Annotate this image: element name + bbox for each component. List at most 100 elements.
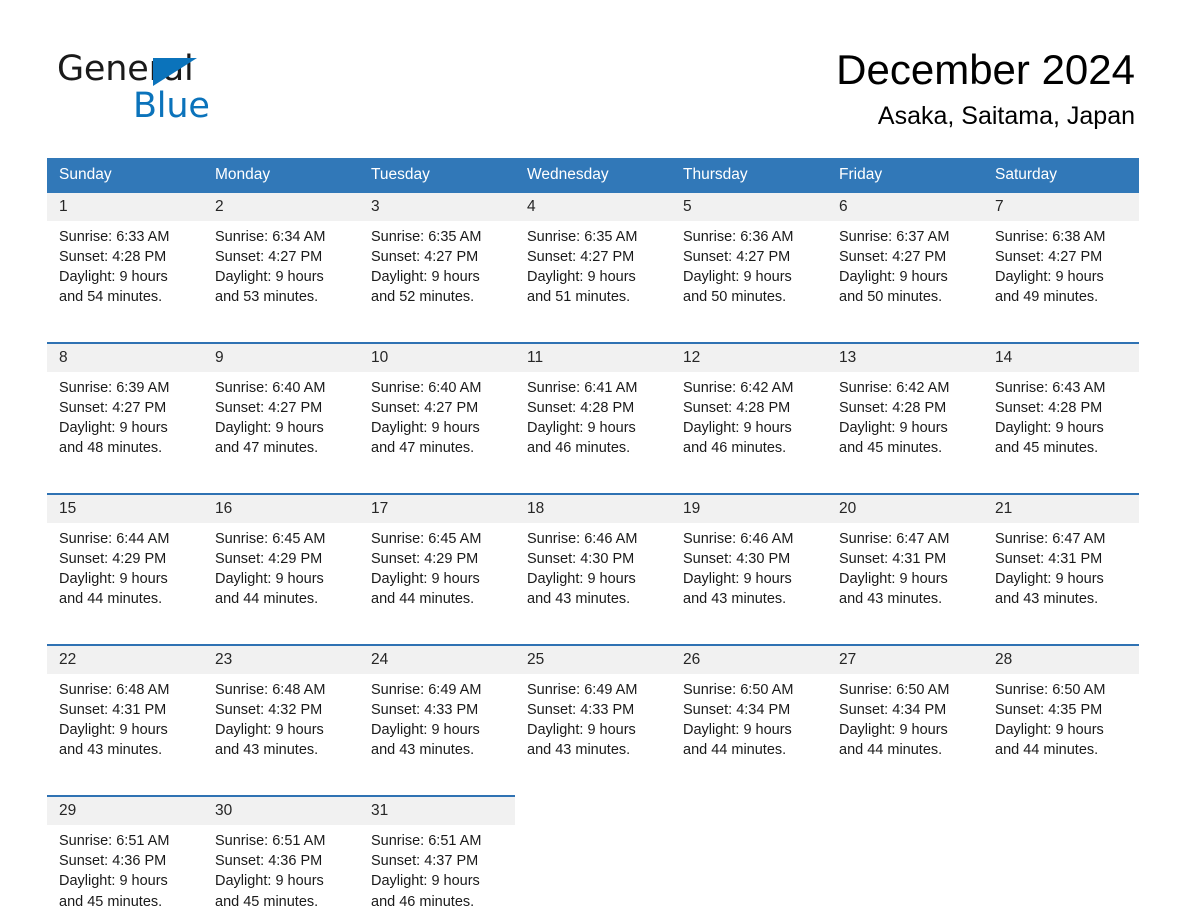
week-gap: [47, 766, 1139, 797]
sunset-text: Sunset: 4:27 PM: [215, 400, 323, 417]
day-number[interactable]: 28: [983, 644, 1139, 675]
day-number[interactable]: 19: [671, 493, 827, 524]
weekday-header-monday: Monday: [203, 158, 359, 193]
day-cell[interactable]: Sunrise: 6:36 AM Sunset: 4:27 PM Dayligh…: [671, 221, 827, 314]
day-number[interactable]: 10: [359, 342, 515, 373]
logo-word-blue: Blue: [133, 86, 210, 126]
daylight-text: Daylight: 9 hours: [59, 722, 168, 739]
day-cell[interactable]: Sunrise: 6:46 AM Sunset: 4:30 PM Dayligh…: [515, 523, 671, 616]
day-cell[interactable]: Sunrise: 6:51 AM Sunset: 4:36 PM Dayligh…: [47, 825, 203, 918]
day-cell[interactable]: Sunrise: 6:49 AM Sunset: 4:33 PM Dayligh…: [515, 674, 671, 767]
sunrise-text: Sunrise: 6:50 AM: [995, 682, 1106, 699]
day-cell[interactable]: Sunrise: 6:48 AM Sunset: 4:32 PM Dayligh…: [203, 674, 359, 767]
weekday-header-sunday: Sunday: [47, 158, 203, 193]
sunset-text: Sunset: 4:27 PM: [995, 249, 1103, 266]
day-number[interactable]: 31: [359, 795, 515, 826]
daylight-text-cont: and 46 minutes.: [527, 440, 631, 457]
day-cell[interactable]: Sunrise: 6:48 AM Sunset: 4:31 PM Dayligh…: [47, 674, 203, 767]
day-number[interactable]: 21: [983, 493, 1139, 524]
day-number[interactable]: 13: [827, 342, 983, 373]
day-cell[interactable]: Sunrise: 6:43 AM Sunset: 4:28 PM Dayligh…: [983, 372, 1139, 465]
day-cell[interactable]: Sunrise: 6:46 AM Sunset: 4:30 PM Dayligh…: [671, 523, 827, 616]
general-blue-logo: General Blue: [57, 52, 267, 124]
sunrise-text: Sunrise: 6:47 AM: [995, 531, 1106, 548]
calendar-body: 1 2 3 4 5 6 7 Sunrise: 6:33 AM Sunset: 4…: [47, 193, 1139, 918]
day-cell[interactable]: Sunrise: 6:50 AM Sunset: 4:35 PM Dayligh…: [983, 674, 1139, 767]
day-number[interactable]: 26: [671, 644, 827, 675]
sunset-text: Sunset: 4:34 PM: [683, 702, 791, 719]
day-number[interactable]: 16: [203, 493, 359, 524]
day-number[interactable]: 1: [47, 193, 203, 222]
day-number[interactable]: 23: [203, 644, 359, 675]
title-block: December 2024 Asaka, Saitama, Japan: [836, 47, 1135, 131]
day-cell[interactable]: Sunrise: 6:40 AM Sunset: 4:27 PM Dayligh…: [359, 372, 515, 465]
day-number[interactable]: 30: [203, 795, 359, 826]
daylight-text-cont: and 43 minutes.: [995, 591, 1099, 608]
day-cell[interactable]: Sunrise: 6:51 AM Sunset: 4:37 PM Dayligh…: [359, 825, 515, 918]
day-cell[interactable]: Sunrise: 6:39 AM Sunset: 4:27 PM Dayligh…: [47, 372, 203, 465]
day-number[interactable]: 27: [827, 644, 983, 675]
sunrise-text: Sunrise: 6:49 AM: [371, 682, 482, 699]
week-row-daynumbers: 15 16 17 18 19 20 21: [47, 493, 1139, 524]
day-number[interactable]: 8: [47, 342, 203, 373]
day-number[interactable]: 25: [515, 644, 671, 675]
sunrise-text: Sunrise: 6:43 AM: [995, 380, 1106, 397]
day-number[interactable]: 15: [47, 493, 203, 524]
day-cell[interactable]: Sunrise: 6:34 AM Sunset: 4:27 PM Dayligh…: [203, 221, 359, 314]
day-cell[interactable]: Sunrise: 6:51 AM Sunset: 4:36 PM Dayligh…: [203, 825, 359, 918]
daylight-text: Daylight: 9 hours: [215, 722, 324, 739]
weekday-header-row: Sunday Monday Tuesday Wednesday Thursday…: [47, 158, 1139, 193]
daylight-text: Daylight: 9 hours: [527, 571, 636, 588]
day-cell[interactable]: Sunrise: 6:42 AM Sunset: 4:28 PM Dayligh…: [827, 372, 983, 465]
day-cell[interactable]: Sunrise: 6:37 AM Sunset: 4:27 PM Dayligh…: [827, 221, 983, 314]
day-number[interactable]: 12: [671, 342, 827, 373]
daylight-text: Daylight: 9 hours: [59, 873, 168, 890]
daylight-text-cont: and 43 minutes.: [683, 591, 787, 608]
day-cell[interactable]: Sunrise: 6:41 AM Sunset: 4:28 PM Dayligh…: [515, 372, 671, 465]
day-cell[interactable]: Sunrise: 6:44 AM Sunset: 4:29 PM Dayligh…: [47, 523, 203, 616]
day-number[interactable]: 20: [827, 493, 983, 524]
day-number[interactable]: 4: [515, 193, 671, 222]
day-number[interactable]: 22: [47, 644, 203, 675]
sunset-text: Sunset: 4:30 PM: [683, 551, 791, 568]
sunrise-text: Sunrise: 6:45 AM: [215, 531, 326, 548]
day-number[interactable]: 6: [827, 193, 983, 222]
daylight-text-cont: and 49 minutes.: [995, 289, 1099, 306]
day-number[interactable]: 3: [359, 193, 515, 222]
week-row-details: Sunrise: 6:51 AM Sunset: 4:36 PM Dayligh…: [47, 825, 1139, 918]
day-number[interactable]: 18: [515, 493, 671, 524]
sunrise-text: Sunrise: 6:40 AM: [215, 380, 326, 397]
day-cell-empty: [827, 795, 983, 826]
day-cell[interactable]: Sunrise: 6:35 AM Sunset: 4:27 PM Dayligh…: [359, 221, 515, 314]
day-cell-empty: [983, 825, 1139, 918]
daylight-text-cont: and 52 minutes.: [371, 289, 475, 306]
day-number[interactable]: 9: [203, 342, 359, 373]
day-cell[interactable]: Sunrise: 6:47 AM Sunset: 4:31 PM Dayligh…: [983, 523, 1139, 616]
day-number[interactable]: 17: [359, 493, 515, 524]
day-cell[interactable]: Sunrise: 6:33 AM Sunset: 4:28 PM Dayligh…: [47, 221, 203, 314]
day-number[interactable]: 14: [983, 342, 1139, 373]
day-cell-empty: [671, 825, 827, 918]
day-cell[interactable]: Sunrise: 6:35 AM Sunset: 4:27 PM Dayligh…: [515, 221, 671, 314]
day-cell[interactable]: Sunrise: 6:50 AM Sunset: 4:34 PM Dayligh…: [827, 674, 983, 767]
day-cell[interactable]: Sunrise: 6:42 AM Sunset: 4:28 PM Dayligh…: [671, 372, 827, 465]
sunset-text: Sunset: 4:31 PM: [59, 702, 167, 719]
day-cell[interactable]: Sunrise: 6:45 AM Sunset: 4:29 PM Dayligh…: [203, 523, 359, 616]
day-number[interactable]: 24: [359, 644, 515, 675]
daylight-text: Daylight: 9 hours: [995, 269, 1104, 286]
day-cell[interactable]: Sunrise: 6:45 AM Sunset: 4:29 PM Dayligh…: [359, 523, 515, 616]
sunset-text: Sunset: 4:27 PM: [59, 400, 167, 417]
day-number[interactable]: 7: [983, 193, 1139, 222]
day-cell[interactable]: Sunrise: 6:47 AM Sunset: 4:31 PM Dayligh…: [827, 523, 983, 616]
day-cell[interactable]: Sunrise: 6:50 AM Sunset: 4:34 PM Dayligh…: [671, 674, 827, 767]
day-cell[interactable]: Sunrise: 6:40 AM Sunset: 4:27 PM Dayligh…: [203, 372, 359, 465]
day-number[interactable]: 29: [47, 795, 203, 826]
day-number[interactable]: 2: [203, 193, 359, 222]
day-number[interactable]: 5: [671, 193, 827, 222]
day-cell[interactable]: Sunrise: 6:38 AM Sunset: 4:27 PM Dayligh…: [983, 221, 1139, 314]
day-cell[interactable]: Sunrise: 6:49 AM Sunset: 4:33 PM Dayligh…: [359, 674, 515, 767]
daylight-text-cont: and 48 minutes.: [59, 440, 163, 457]
day-number[interactable]: 11: [515, 342, 671, 373]
daylight-text: Daylight: 9 hours: [527, 722, 636, 739]
calendar-grid: Sunday Monday Tuesday Wednesday Thursday…: [47, 158, 1139, 918]
